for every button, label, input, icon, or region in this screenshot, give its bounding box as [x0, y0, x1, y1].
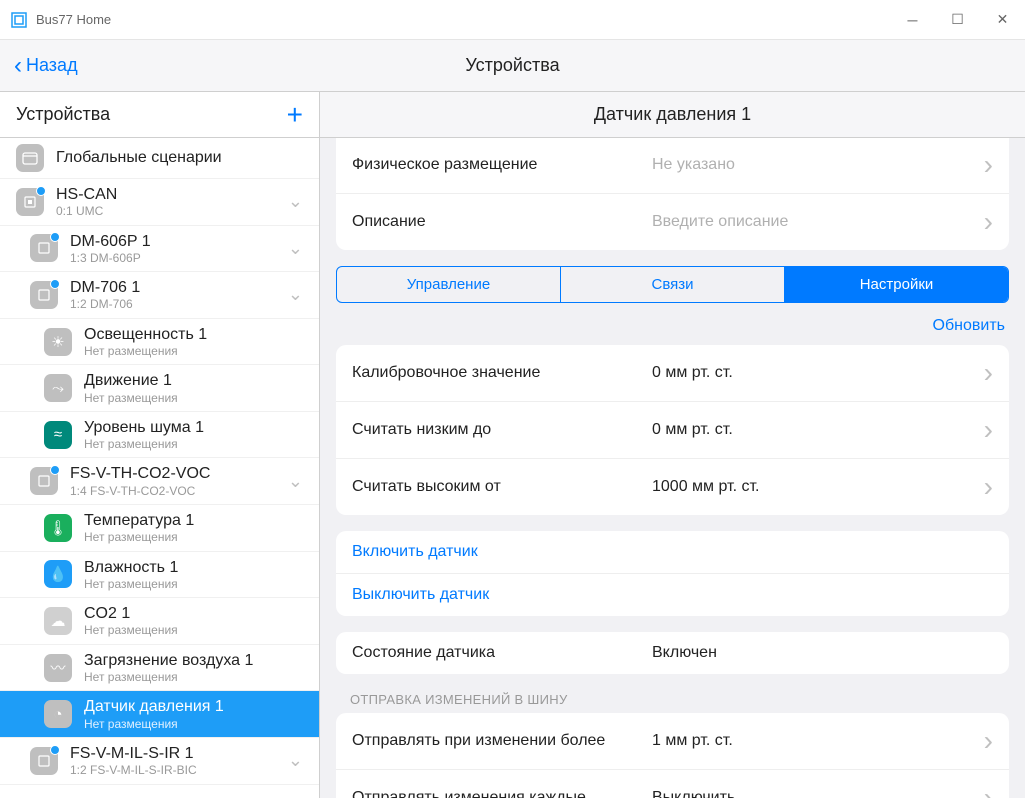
titlebar: Bus77 Home ─ ☐ ✕	[0, 0, 1025, 40]
sidebar-item-global-scenarios[interactable]: Глобальные сценарии	[0, 138, 319, 179]
motion-icon: ⤳	[44, 374, 72, 402]
row-low-threshold[interactable]: Считать низким до 0 мм рт. ст. ›	[336, 402, 1009, 459]
bus-section-caption: ОТПРАВКА ИЗМЕНЕНИЙ В ШИНУ	[320, 674, 1025, 713]
actions-group: Включить датчик Выключить датчик	[336, 531, 1009, 616]
sidebar-item-fs-voc[interactable]: FS-V-TH-CO2-VOC1:4 FS-V-TH-CO2-VOC ⌄	[0, 458, 319, 505]
detail-title: Датчик давления 1	[320, 92, 1025, 138]
chip-icon	[16, 188, 44, 216]
row-location[interactable]: Физическое размещение Не указано ›	[336, 138, 1009, 194]
sidebar-item-temp[interactable]: 🌡 Температура 1Нет размещения	[0, 505, 319, 552]
minimize-button[interactable]: ─	[890, 0, 935, 40]
refresh-button[interactable]: Обновить	[320, 311, 1025, 345]
row-sensor-state: Состояние датчика Включен	[336, 632, 1009, 674]
cloud-icon: ☁	[44, 607, 72, 635]
info-group: Физическое размещение Не указано › Описа…	[336, 138, 1009, 250]
sidebar: Устройства + Глобальные сценарии HS-CAN0…	[0, 92, 320, 798]
sidebar-title: Устройства	[16, 104, 110, 125]
chevron-right-icon: ›	[984, 725, 993, 757]
chevron-down-icon: ⌄	[288, 471, 307, 492]
thermometer-icon: 🌡	[44, 514, 72, 542]
chevron-down-icon: ⌄	[288, 284, 307, 305]
sidebar-item-label: Глобальные сценарии	[56, 148, 307, 167]
noise-icon: ≈	[44, 421, 72, 449]
add-device-button[interactable]: +	[287, 99, 303, 131]
gauge-icon: ◔	[44, 700, 72, 728]
back-button[interactable]: ‹ Назад	[0, 52, 78, 80]
maximize-button[interactable]: ☐	[935, 0, 980, 40]
sidebar-item-humidity[interactable]: 💧 Влажность 1Нет размещения	[0, 552, 319, 599]
window-title: Bus77 Home	[36, 12, 111, 27]
chevron-right-icon: ›	[984, 414, 993, 446]
sidebar-item-hs-can[interactable]: HS-CAN0:1 UMC ⌄	[0, 179, 319, 226]
tab-links-button[interactable]: Связи	[561, 267, 785, 302]
chip-icon	[30, 467, 58, 495]
sidebar-item-noise[interactable]: ≈ Уровень шума 1Нет размещения	[0, 412, 319, 459]
sidebar-item-dm706[interactable]: DM-706 11:2 DM-706 ⌄	[0, 272, 319, 319]
sidebar-item-air[interactable]: 〰 Загрязнение воздуха 1Нет размещения	[0, 645, 319, 692]
window-controls: ─ ☐ ✕	[890, 0, 1025, 40]
chevron-right-icon: ›	[984, 357, 993, 389]
back-label: Назад	[26, 55, 78, 76]
chip-icon	[30, 747, 58, 775]
tab-settings-button[interactable]: Настройки	[785, 267, 1008, 302]
close-button[interactable]: ✕	[980, 0, 1025, 40]
chevron-down-icon: ⌄	[288, 750, 307, 771]
air-icon: 〰	[44, 654, 72, 682]
sidebar-header: Устройства +	[0, 92, 319, 138]
calibration-group: Калибровочное значение 0 мм рт. ст. › Сч…	[336, 345, 1009, 515]
row-send-delta[interactable]: Отправлять при изменении более 1 мм рт. …	[336, 713, 1009, 770]
chevron-left-icon: ‹	[14, 52, 22, 80]
sidebar-item-co2[interactable]: ☁ CO2 1Нет размещения	[0, 598, 319, 645]
sidebar-item-pressure[interactable]: ◔ Датчик давления 1Нет размещения	[0, 691, 319, 738]
folder-icon	[16, 144, 44, 172]
row-send-interval[interactable]: Отправлять изменения каждые Выключить ›	[336, 770, 1009, 798]
chevron-down-icon: ⌄	[288, 191, 307, 212]
row-high-threshold[interactable]: Считать высоким от 1000 мм рт. ст. ›	[336, 459, 1009, 515]
navbar: ‹ Назад Устройства	[0, 40, 1025, 92]
chevron-right-icon: ›	[984, 471, 993, 503]
app-logo-icon	[10, 11, 28, 29]
row-calibration[interactable]: Калибровочное значение 0 мм рт. ст. ›	[336, 345, 1009, 402]
sidebar-list[interactable]: Глобальные сценарии HS-CAN0:1 UMC ⌄ DM-6…	[0, 138, 319, 798]
disable-sensor-button[interactable]: Выключить датчик	[336, 574, 1009, 616]
chevron-right-icon: ›	[984, 206, 993, 238]
sidebar-item-dm606p[interactable]: DM-606P 11:3 DM-606P ⌄	[0, 226, 319, 273]
nav-title: Устройства	[465, 55, 559, 76]
chevron-right-icon: ›	[984, 149, 993, 181]
sidebar-item-motion[interactable]: ⤳ Движение 1Нет размещения	[0, 365, 319, 412]
tab-control-button[interactable]: Управление	[337, 267, 561, 302]
content-scroll[interactable]: Физическое размещение Не указано › Описа…	[320, 138, 1025, 798]
bus-group: Отправлять при изменении более 1 мм рт. …	[336, 713, 1009, 798]
state-group: Состояние датчика Включен	[336, 632, 1009, 674]
enable-sensor-button[interactable]: Включить датчик	[336, 531, 1009, 574]
content: Датчик давления 1 Физическое размещение …	[320, 92, 1025, 798]
sidebar-item-light[interactable]: ☀ Освещенность 1Нет размещения	[0, 319, 319, 366]
chevron-down-icon: ⌄	[288, 238, 307, 259]
drop-icon: 💧	[44, 560, 72, 588]
chip-icon	[30, 234, 58, 262]
sidebar-item-fs-ir[interactable]: FS-V-M-IL-S-IR 11:2 FS-V-M-IL-S-IR-BIC ⌄	[0, 738, 319, 785]
tab-control: Управление Связи Настройки	[336, 266, 1009, 303]
brightness-icon: ☀	[44, 328, 72, 356]
chip-icon	[30, 281, 58, 309]
chevron-right-icon: ›	[984, 782, 993, 798]
row-description[interactable]: Описание Введите описание ›	[336, 194, 1009, 250]
